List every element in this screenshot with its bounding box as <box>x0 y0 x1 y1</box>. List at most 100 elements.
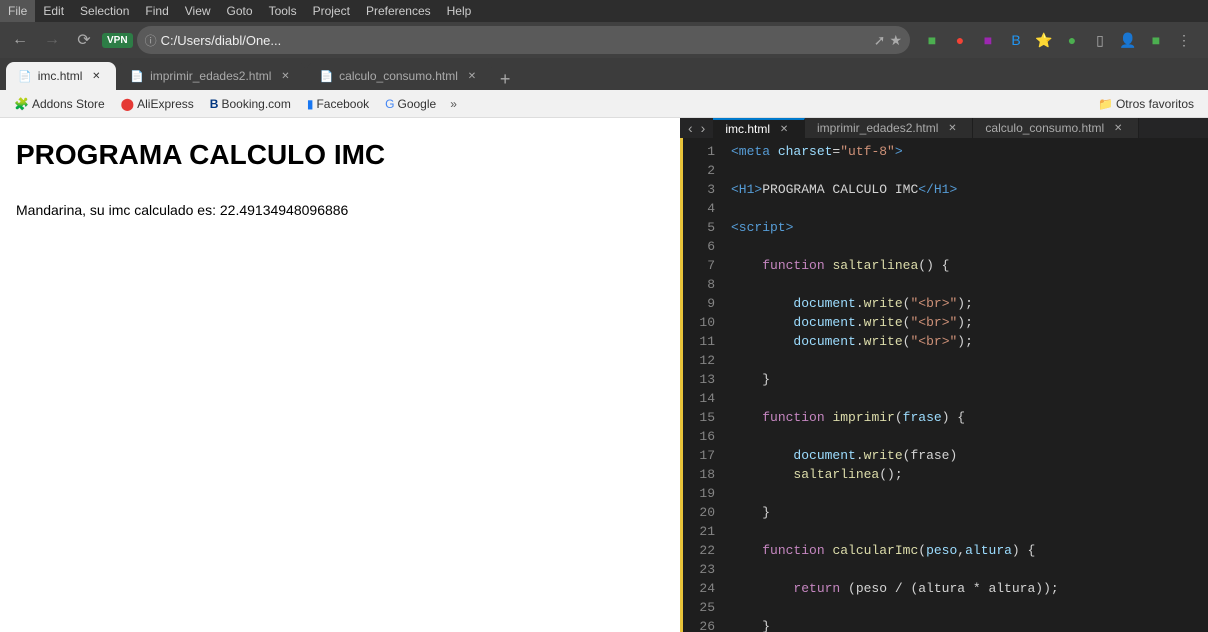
editor-tab-edades-close[interactable]: ✕ <box>944 120 960 136</box>
menu-preferences[interactable]: Preferences <box>358 0 439 22</box>
tab-favicon-3: 📄 <box>319 70 333 83</box>
menu-edit[interactable]: Edit <box>35 0 72 22</box>
code-line-26: } <box>731 617 1208 632</box>
otros-favoritos[interactable]: 📁 Otros favoritos <box>1092 95 1200 113</box>
share-icon[interactable]: ➚ <box>874 32 886 49</box>
code-line-8 <box>731 275 1208 294</box>
extension-icon-1[interactable]: ■ <box>920 28 944 52</box>
more-bookmarks-button[interactable]: » <box>446 95 461 113</box>
browser-tab-close-3[interactable]: ✕ <box>464 68 480 84</box>
google-icon: G <box>385 97 394 111</box>
menu-file[interactable]: File <box>0 0 35 22</box>
back-button[interactable]: ← <box>6 26 34 54</box>
extension-icon-5[interactable]: ⭐ <box>1032 28 1056 52</box>
shield-icon[interactable]: ■ <box>1144 28 1168 52</box>
ln-8: 8 <box>683 275 723 294</box>
menu-selection[interactable]: Selection <box>72 0 137 22</box>
editor-tab-consumo[interactable]: calculo_consumo.html ✕ <box>973 118 1139 138</box>
editor-tab-consumo-close[interactable]: ✕ <box>1110 120 1126 136</box>
star-icon[interactable]: ★ <box>889 32 902 49</box>
editor-tab-imc-close[interactable]: ✕ <box>776 121 792 137</box>
ln-17: 17 <box>683 446 723 465</box>
code-line-24: return (peso / (altura * altura)); <box>731 579 1208 598</box>
menu-icon[interactable]: ⋮ <box>1172 28 1196 52</box>
ln-13: 13 <box>683 370 723 389</box>
extension-icon-4[interactable]: B <box>1004 28 1028 52</box>
browser-tabs-bar: 📄 imc.html ✕ 📄 imprimir_edades2.html ✕ 📄… <box>0 58 1208 90</box>
browser-chrome: ← → ⟳ VPN ⓘ ➚ ★ ■ ● ■ B ⭐ ● ▯ 👤 ■ ⋮ 📄 <box>0 22 1208 118</box>
browser-tab-close-1[interactable]: ✕ <box>88 68 104 84</box>
bookmark-aliexpress[interactable]: ⬤ AliExpress <box>115 95 200 113</box>
code-line-7: function saltarlinea() { <box>731 256 1208 275</box>
code-line-2 <box>731 161 1208 180</box>
ln-9: 9 <box>683 294 723 313</box>
code-token: ) { <box>1012 543 1035 558</box>
browser-tab-consumo[interactable]: 📄 calculo_consumo.html ✕ <box>307 62 491 90</box>
code-token: ( <box>903 296 911 311</box>
code-line-15: function imprimir(frase) { <box>731 408 1208 427</box>
browser-tab-close-2[interactable]: ✕ <box>277 68 293 84</box>
code-token: saltarlinea <box>832 258 918 273</box>
bookmarks-bar: 🧩 Addons Store ⬤ AliExpress B Booking.co… <box>0 90 1208 118</box>
code-token: ( <box>918 543 926 558</box>
code-token: peso <box>926 543 957 558</box>
code-token: altura <box>965 543 1012 558</box>
menu-find[interactable]: Find <box>137 0 176 22</box>
menu-project[interactable]: Project <box>305 0 358 22</box>
editor-tab-edades-label: imprimir_edades2.html <box>817 121 938 135</box>
bookmark-addons[interactable]: 🧩 Addons Store <box>8 95 111 113</box>
menu-goto[interactable]: Goto <box>219 0 261 22</box>
profile-icon[interactable]: 👤 <box>1116 28 1140 52</box>
code-token: > <box>895 144 903 159</box>
extension-icon-7[interactable]: ▯ <box>1088 28 1112 52</box>
bookmark-booking[interactable]: B Booking.com <box>204 95 297 113</box>
ln-15: 15 <box>683 408 723 427</box>
ln-22: 22 <box>683 541 723 560</box>
forward-button[interactable]: → <box>38 26 66 54</box>
ln-25: 25 <box>683 598 723 617</box>
editor-nav-arrows: ‹ › <box>680 118 713 138</box>
ln-18: 18 <box>683 465 723 484</box>
editor-nav-right[interactable]: › <box>697 118 710 138</box>
code-token: document <box>793 334 855 349</box>
bookmark-google[interactable]: G Google <box>379 95 442 113</box>
code-line-6 <box>731 237 1208 256</box>
code-token <box>731 334 793 349</box>
editor-tab-imc[interactable]: imc.html ✕ <box>713 118 805 138</box>
code-token: (peso / (altura * altura)); <box>848 581 1059 596</box>
code-token <box>731 467 793 482</box>
editor-tab-consumo-label: calculo_consumo.html <box>985 121 1104 135</box>
code-token: ( <box>903 315 911 330</box>
main-content: PROGRAMA CALCULO IMC Mandarina, su imc c… <box>0 118 1208 632</box>
bookmark-facebook[interactable]: ▮ Facebook <box>301 95 375 113</box>
browser-tab-imc[interactable]: 📄 imc.html ✕ <box>6 62 116 90</box>
address-input[interactable] <box>161 33 870 48</box>
reload-button[interactable]: ⟳ <box>70 26 98 54</box>
code-token: , <box>957 543 965 558</box>
code-line-16 <box>731 427 1208 446</box>
new-tab-button[interactable]: + <box>494 69 517 90</box>
code-token <box>731 296 793 311</box>
code-token: </H1> <box>918 182 957 197</box>
menu-view[interactable]: View <box>177 0 219 22</box>
code-token: . <box>856 448 864 463</box>
menu-tools[interactable]: Tools <box>261 0 305 22</box>
code-token: function <box>762 258 832 273</box>
bookmark-booking-label: Booking.com <box>221 97 290 111</box>
code-token: write <box>864 334 903 349</box>
code-line-11: document.write("<br>"); <box>731 332 1208 351</box>
lock-icon: ⓘ <box>145 32 157 49</box>
editor-nav-left[interactable]: ‹ <box>684 118 697 138</box>
code-editor[interactable]: 1 2 3 4 5 6 7 8 9 10 11 12 13 14 15 16 1… <box>680 138 1208 632</box>
bookmark-aliexpress-label: AliExpress <box>137 97 194 111</box>
editor-tab-edades[interactable]: imprimir_edades2.html ✕ <box>805 118 973 138</box>
code-lines: <meta charset="utf-8"> <H1>PROGRAMA CALC… <box>723 138 1208 632</box>
editor-tab-imc-label: imc.html <box>725 122 770 136</box>
browser-tab-edades[interactable]: 📄 imprimir_edades2.html ✕ <box>118 62 305 90</box>
extension-icon-3[interactable]: ■ <box>976 28 1000 52</box>
extension-icon-2[interactable]: ● <box>948 28 972 52</box>
vpn-badge[interactable]: VPN <box>102 33 133 48</box>
extension-icon-6[interactable]: ● <box>1060 28 1084 52</box>
tab-favicon-2: 📄 <box>130 70 144 83</box>
menu-help[interactable]: Help <box>439 0 480 22</box>
